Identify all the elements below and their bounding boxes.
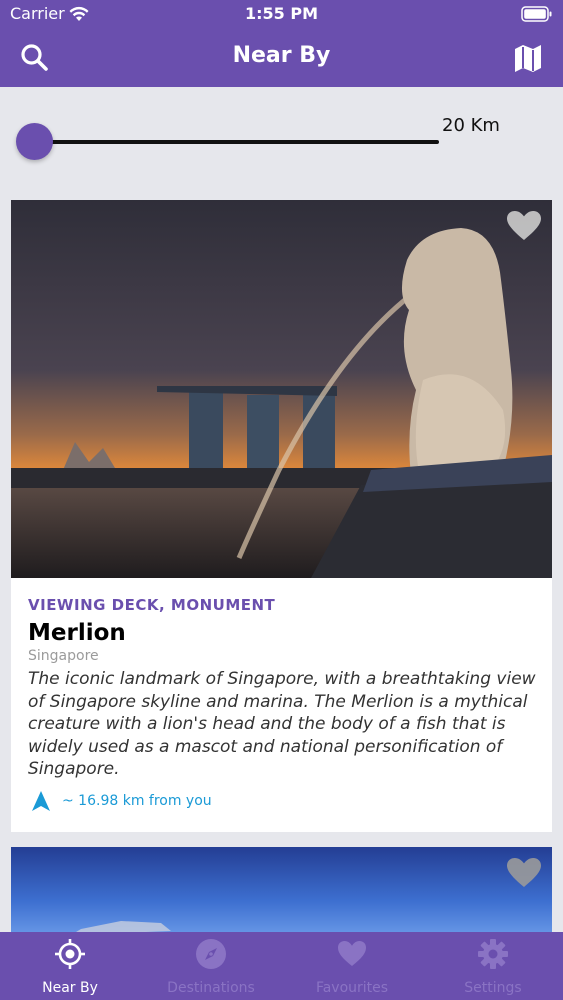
destination-card[interactable]: VIEWING DECK, MONUMENT Merlion Singapore… xyxy=(11,200,552,832)
navigation-arrow-icon xyxy=(32,790,50,811)
favourite-heart-icon[interactable] xyxy=(506,210,542,242)
tab-favourites[interactable]: Favourites xyxy=(282,932,422,1000)
compass-icon xyxy=(196,939,226,969)
tab-near-by[interactable]: Near By xyxy=(0,932,140,1000)
gear-icon xyxy=(478,939,508,969)
card-region: Singapore xyxy=(28,648,99,664)
tab-label: Settings xyxy=(464,980,522,996)
merlion-photo xyxy=(11,200,552,578)
heart-icon xyxy=(338,941,366,966)
destination-card[interactable] xyxy=(11,847,552,937)
card-category: VIEWING DECK, MONUMENT xyxy=(28,596,276,614)
distance-slider-value: 20 Km xyxy=(442,115,500,136)
distance-slider-track[interactable] xyxy=(33,140,439,144)
battery-icon xyxy=(521,6,552,22)
tab-label: Favourites xyxy=(315,980,389,996)
distance-text: ~ 16.98 km from you xyxy=(62,792,212,809)
page-title: Near By xyxy=(232,43,331,68)
distance-filter: 20 Km xyxy=(0,87,563,187)
favourite-heart-icon[interactable] xyxy=(506,857,542,889)
distance-row: ~ 16.98 km from you xyxy=(28,789,538,813)
tab-label: Destinations xyxy=(167,980,255,996)
tab-label: Near By xyxy=(42,980,98,996)
destination-photo xyxy=(11,847,552,937)
tab-bar: Near By Destinations Favourites Settings xyxy=(0,932,563,1000)
tab-destinations[interactable]: Destinations xyxy=(141,932,281,1000)
location-target-icon xyxy=(55,939,85,969)
distance-slider-thumb[interactable] xyxy=(16,123,53,160)
card-description: The iconic landmark of Singapore, with a… xyxy=(28,669,536,779)
status-bar: Carrier 1:55 PM xyxy=(0,0,563,30)
card-body: VIEWING DECK, MONUMENT Merlion Singapore… xyxy=(28,596,538,813)
tab-settings[interactable]: Settings xyxy=(423,932,563,1000)
card-title: Merlion xyxy=(28,620,126,646)
navigation-bar: Near By xyxy=(0,30,563,87)
map-icon[interactable] xyxy=(512,42,544,74)
status-time: 1:55 PM xyxy=(244,4,318,23)
